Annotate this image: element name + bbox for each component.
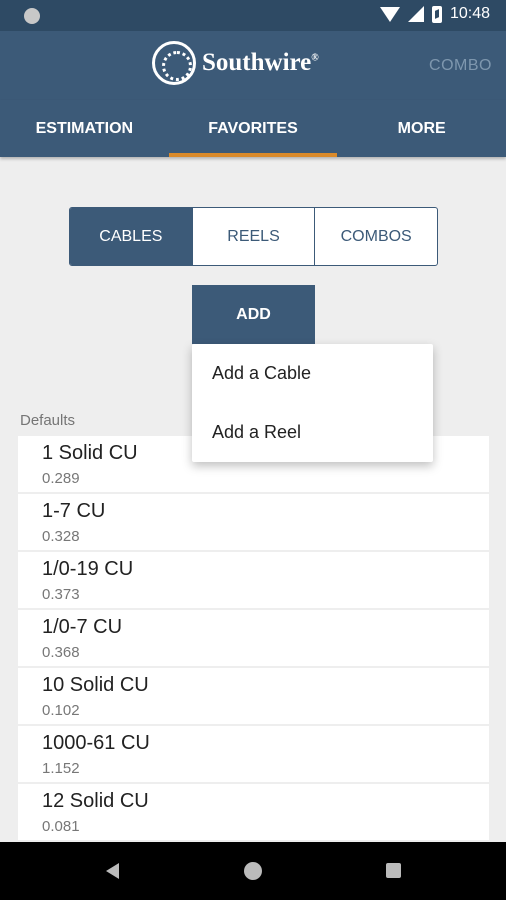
wifi-icon [379,7,400,22]
item-name: 1000-61 CU [42,732,150,754]
add-button[interactable]: ADD [192,285,315,344]
status-bar: 10:48 [0,0,506,31]
item-value: 0.368 [42,644,80,661]
segment-cables[interactable]: CABLES [70,208,192,265]
home-icon[interactable] [244,862,262,880]
item-value: 0.328 [42,528,80,545]
item-value: 0.373 [42,586,80,603]
list-item[interactable]: 1-7 CU 0.328 [18,494,489,550]
list-item[interactable]: 12 Solid CU 0.081 [18,784,489,840]
segment-reels[interactable]: REELS [191,208,315,265]
signal-icon [407,6,424,22]
status-icons: 10:48 [379,5,490,23]
back-icon[interactable] [106,863,119,879]
item-name: 1/0-19 CU [42,558,134,580]
list-item[interactable]: 1000-61 CU 1.152 [18,726,489,782]
southwire-logo: Southwire® [152,41,319,85]
section-label-defaults: Defaults [20,412,76,429]
list-item[interactable]: 10 Solid CU 0.102 [18,668,489,724]
item-name: 1/0-7 CU [42,616,123,638]
tab-more[interactable]: MORE [337,100,506,157]
menu-item-add-reel[interactable]: Add a Reel [192,403,433,462]
item-name: 12 Solid CU [42,790,149,812]
system-nav-bar [0,842,506,900]
status-time: 10:48 [449,5,490,22]
battery-icon [431,5,442,23]
segment-combos[interactable]: COMBOS [314,208,437,265]
tab-bar: ESTIMATION FAVORITES MORE [0,100,506,157]
list-item[interactable]: 1/0-19 CU 0.373 [18,552,489,608]
item-name: 10 Solid CU [42,674,149,696]
notification-dot-icon [24,8,40,24]
tab-favorites[interactable]: FAVORITES [168,100,338,157]
item-value: 0.081 [42,818,80,835]
combo-button[interactable]: COMBO [429,57,492,75]
add-menu: Add a Cable Add a Reel [192,344,433,462]
app-bar: Southwire® COMBO [0,31,506,100]
menu-item-add-cable[interactable]: Add a Cable [192,344,433,403]
defaults-list: 1 Solid CU 0.289 1-7 CU 0.328 1/0-19 CU … [18,436,489,842]
list-item[interactable]: 1/0-7 CU 0.368 [18,610,489,666]
southwire-logo-icon [152,41,196,85]
favorites-type-selector: CABLES REELS COMBOS [69,207,438,266]
item-name: 1-7 CU [42,500,106,522]
tab-estimation[interactable]: ESTIMATION [0,100,169,157]
recents-icon[interactable] [386,863,401,878]
item-value: 0.102 [42,702,80,719]
item-value: 0.289 [42,470,80,487]
item-value: 1.152 [42,760,80,777]
logo-text: Southwire® [202,49,319,76]
